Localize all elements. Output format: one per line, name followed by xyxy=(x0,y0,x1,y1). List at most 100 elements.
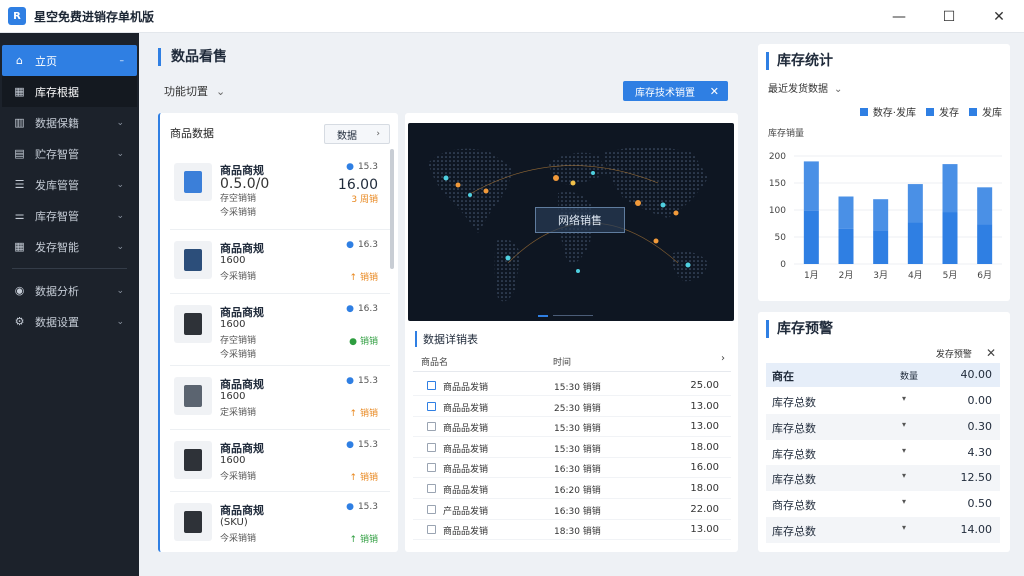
row-checkbox[interactable] xyxy=(427,504,436,514)
stats-select[interactable]: 最近发货数据 ⌄ xyxy=(768,80,842,95)
product-card[interactable]: 商品商规 1600 今采销销 ● 16.3 ↑ 销销 xyxy=(170,235,388,295)
close-button[interactable]: ✕ xyxy=(974,0,1024,33)
sidebar-item[interactable]: ⚌ 库存智管 ⌄ xyxy=(2,200,137,231)
dropdown-icon[interactable]: ▾ xyxy=(902,523,906,532)
product-rating-value: 16.3 xyxy=(357,240,378,250)
inventory-row-value: 0.30 xyxy=(967,419,993,433)
data-table-header: 商品名 时间 › xyxy=(413,350,731,372)
product-status-label: 销销 xyxy=(359,473,378,483)
inventory-row[interactable]: 库存总数 ▾ 0.30 xyxy=(766,413,1000,440)
bar-segment[interactable] xyxy=(907,222,923,264)
inventory-row[interactable]: 库存总数 ▾ 0.00 xyxy=(766,388,1000,414)
row-checkbox[interactable] xyxy=(427,484,436,493)
product-data-button[interactable]: 数据 › xyxy=(324,124,390,144)
table-row[interactable]: 商品品发销 18:30 销销 13.00 xyxy=(413,520,731,541)
product-icon xyxy=(184,385,202,407)
sidebar-item[interactable]: ⌂ 立页 – xyxy=(2,45,137,76)
product-panel: 商品数据 数据 › 商品商规 0.5.0/0 存空销销 今采销销 ● 15.3 16.00 3… xyxy=(158,113,398,552)
row-time: 25:30 销销 xyxy=(554,403,601,414)
filter-chip[interactable]: 库存技术销置 ✕ xyxy=(623,81,728,101)
product-card[interactable]: 商品商规 1600 存空销销 今采销销 ● 16.3 ● 销销 xyxy=(170,299,388,360)
sidebar-item[interactable]: ◉ 数据分析 ⌄ xyxy=(2,275,137,306)
dropdown-icon[interactable]: ▾ xyxy=(902,446,906,455)
product-status-label: 销销 xyxy=(359,337,378,347)
filter-chip-label: 库存技术销置 xyxy=(635,87,695,99)
minimize-button[interactable]: — xyxy=(874,0,924,33)
inventory-row[interactable]: 库存总数 ▾ 12.50 xyxy=(766,465,1000,492)
bar-segment[interactable] xyxy=(838,228,854,264)
title-bar: R 星空免费进销存单机版 — ☐ ✕ xyxy=(0,0,1024,33)
row-name: 产品品发销 xyxy=(443,506,489,517)
divider xyxy=(170,229,390,230)
row-value: 18.00 xyxy=(690,483,719,494)
dropdown-icon[interactable]: ▾ xyxy=(902,497,906,506)
product-subtext: 今采销销 xyxy=(220,350,257,360)
row-checkbox[interactable] xyxy=(427,442,436,452)
inventory-row[interactable]: 库存总数 ▾ 4.30 xyxy=(766,440,1000,466)
table-row[interactable]: 商品品发销 15:30 销销 25.00 xyxy=(413,376,731,396)
bar[interactable] xyxy=(873,199,889,231)
maximize-button[interactable]: ☐ xyxy=(924,0,974,33)
inventory-row[interactable]: 商存总数 ▾ 0.50 xyxy=(766,491,1000,517)
bar[interactable] xyxy=(838,196,854,229)
row-value: 18.00 xyxy=(690,441,719,453)
bar-segment[interactable] xyxy=(803,210,819,264)
sidebar-item[interactable]: ▥ 数据保籍 ⌄ xyxy=(2,107,137,138)
product-card[interactable]: 商品商规 (SKU) 今采销销 ● 15.3 ↑ 销销 xyxy=(170,497,388,552)
sidebar-item[interactable]: ▤ 贮存智管 ⌄ xyxy=(2,138,137,169)
close-icon[interactable]: ✕ xyxy=(986,346,996,360)
scrollbar[interactable] xyxy=(390,149,394,269)
x-tick-label: 3月 xyxy=(873,270,888,281)
table-row[interactable]: 商品品发销 15:30 销销 13.00 xyxy=(413,417,731,438)
sidebar-item[interactable]: ▦ 库存根据 xyxy=(2,76,137,107)
table-icon: ▤ xyxy=(14,147,25,160)
bar-segment[interactable] xyxy=(942,212,958,264)
world-map[interactable]: 网络销售 xyxy=(408,123,734,321)
row-checkbox[interactable] xyxy=(427,525,436,535)
row-checkbox[interactable] xyxy=(427,401,436,411)
bar[interactable] xyxy=(977,187,993,225)
bar[interactable] xyxy=(803,161,819,211)
chevron-right-icon[interactable]: › xyxy=(721,353,725,364)
row-checkbox[interactable] xyxy=(427,422,436,432)
table-row[interactable]: 商品品发销 16:30 销销 16.00 xyxy=(413,458,731,479)
bar[interactable] xyxy=(907,184,923,223)
row-time: 16:30 销销 xyxy=(554,506,601,517)
product-card[interactable]: 商品商规 0.5.0/0 存空销销 今采销销 ● 15.3 16.00 3 周销 xyxy=(170,157,388,218)
product-status-label: 销销 xyxy=(359,409,378,419)
inventory-row[interactable]: 库存总数 ▾ 14.00 xyxy=(766,517,1000,543)
dropdown-icon[interactable]: ▾ xyxy=(902,471,906,480)
sidebar-item[interactable]: ⚙ 数据设置 ⌄ xyxy=(2,306,137,337)
bar[interactable] xyxy=(942,164,958,213)
sidebar-item[interactable]: ☰ 发库管管 ⌄ xyxy=(2,169,137,200)
function-select[interactable]: 功能切置 ⌄ xyxy=(164,83,225,99)
sidebar-item[interactable]: ▦ 发存智能 ⌄ xyxy=(2,231,137,262)
row-checkbox[interactable] xyxy=(427,381,436,390)
table-row[interactable]: 商品品发销 16:20 销销 18.00 xyxy=(413,479,731,499)
product-card[interactable]: 商品商规 1600 今采销销 ● 15.3 ↑ 销销 xyxy=(170,435,388,495)
sidebar: ⌂ 立页 – ▦ 库存根据 ▥ 数据保籍 ⌄ ▤ 贮存智管 ⌄ ☰ 发库管管 ⌄ ⚌ 库存智管 ⌄ ▦ 发存智能 ⌄ ◉… xyxy=(0,33,139,576)
row-time: 15:30 销销 xyxy=(554,383,601,393)
table-row[interactable]: 产品品发销 16:30 销销 22.00 xyxy=(413,500,731,520)
table-row[interactable]: 商品品发销 15:30 销销 18.00 xyxy=(413,438,731,458)
y-tick-label: 200 xyxy=(769,152,786,162)
chevron-down-icon: ⌄ xyxy=(116,148,124,159)
product-subtext: 今采销销 xyxy=(220,534,257,544)
dropdown-icon[interactable]: ▾ xyxy=(902,420,906,429)
dropdown-icon[interactable]: ▾ xyxy=(902,394,906,403)
inventory-row-value: 12.50 xyxy=(960,471,993,485)
x-tick-label: 6月 xyxy=(977,270,992,281)
close-icon[interactable]: ✕ xyxy=(710,85,719,98)
product-status-label: 销销 xyxy=(359,273,378,283)
x-tick-label: 2月 xyxy=(839,270,854,281)
row-checkbox[interactable] xyxy=(427,463,436,473)
row-time: 16:20 销销 xyxy=(554,486,601,496)
bar-segment[interactable] xyxy=(873,230,889,264)
sidebar-item-label: 发存智能 xyxy=(35,240,79,254)
inventory-filter[interactable]: 发存预警 ✕ xyxy=(936,346,996,360)
table-row[interactable]: 商品品发销 25:30 销销 13.00 xyxy=(413,397,731,417)
product-card[interactable]: 商品商规 1600 定采销销 ● 15.3 ↑ 销销 xyxy=(170,371,388,431)
bar-segment[interactable] xyxy=(977,224,993,264)
home-icon: ⌂ xyxy=(16,54,23,67)
row-time: 15:30 销销 xyxy=(554,444,601,455)
